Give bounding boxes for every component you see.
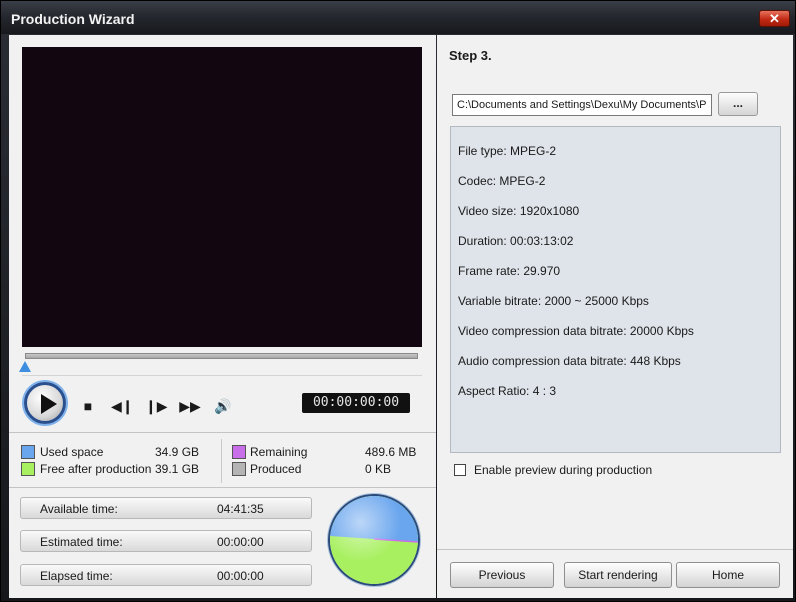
disk-usage-pie-graphic: [330, 496, 418, 584]
file-info-box: File type: MPEG-2 Codec: MPEG-2 Video si…: [450, 126, 781, 453]
aspect-ratio-info: Aspect Ratio: 4 : 3: [458, 384, 557, 398]
used-space-swatch: [21, 445, 35, 459]
codec-info: Codec: MPEG-2: [458, 174, 546, 188]
available-time-label: Available time:: [40, 502, 118, 516]
elapsed-time-field: Elapsed time: 00:00:00: [20, 564, 312, 586]
free-after-swatch: [21, 462, 35, 476]
free-after-label: Free after production: [40, 462, 152, 476]
elapsed-time-value: 00:00:00: [217, 569, 264, 583]
produced-swatch: [232, 462, 246, 476]
previous-frame-icon[interactable]: ◀❙: [111, 397, 134, 415]
previous-button[interactable]: Previous: [450, 562, 554, 588]
remaining-value: 489.6 MB: [365, 445, 417, 459]
production-wizard-window: Production Wizard ✕ ■ ◀❙ ❙▶ ▶▶ 🔊 00:00:0…: [0, 0, 796, 602]
file-type-info: File type: MPEG-2: [458, 144, 557, 158]
available-time-field: Available time: 04:41:35: [20, 497, 312, 519]
seek-bar[interactable]: [25, 353, 418, 359]
fast-forward-icon[interactable]: ▶▶: [178, 397, 202, 415]
enable-preview-label: Enable preview during production: [474, 463, 653, 477]
output-path-input[interactable]: [452, 94, 712, 116]
estimated-time-field: Estimated time: 00:00:00: [20, 530, 312, 552]
frame-rate-info: Frame rate: 29.970: [458, 264, 561, 278]
remaining-label: Remaining: [250, 445, 308, 459]
volume-icon[interactable]: 🔊: [212, 397, 234, 415]
produced-label: Produced: [250, 462, 302, 476]
remaining-swatch: [232, 445, 246, 459]
audio-bitrate-info: Audio compression data bitrate: 448 Kbps: [458, 354, 681, 368]
pie-gloss: [330, 496, 418, 584]
estimated-time-value: 00:00:00: [217, 535, 264, 549]
close-button[interactable]: ✕: [759, 10, 790, 27]
divider: [22, 375, 422, 376]
seek-thumb[interactable]: [19, 361, 31, 372]
available-time-value: 04:41:35: [217, 502, 264, 516]
used-space-value: 34.9 GB: [155, 445, 200, 459]
browse-button[interactable]: ...: [718, 92, 758, 116]
disk-usage-pie: [328, 494, 420, 586]
window-title: Production Wizard: [11, 11, 135, 27]
legend-divider: [221, 439, 222, 483]
divider: [9, 487, 436, 488]
timecode-display: 00:00:00:00: [302, 393, 410, 413]
enable-preview-checkbox[interactable]: [454, 464, 466, 476]
next-frame-icon[interactable]: ❙▶: [145, 397, 168, 415]
free-after-value: 39.1 GB: [155, 462, 200, 476]
duration-info: Duration: 00:03:13:02: [458, 234, 574, 248]
produced-value: 0 KB: [365, 462, 392, 476]
stop-icon[interactable]: ■: [78, 397, 98, 415]
step-title: Step 3.: [449, 48, 492, 63]
estimated-time-label: Estimated time:: [40, 535, 123, 549]
divider: [9, 432, 436, 433]
variable-bitrate-info: Variable bitrate: 2000 ~ 25000 Kbps: [458, 294, 649, 308]
start-rendering-button[interactable]: Start rendering: [564, 562, 672, 588]
title-bar: Production Wizard ✕: [1, 1, 795, 34]
preview-panel: ■ ◀❙ ❙▶ ▶▶ 🔊 00:00:00:00 Used space 34.9…: [9, 35, 436, 598]
video-bitrate-info: Video compression data bitrate: 20000 Kb…: [458, 324, 694, 338]
play-button[interactable]: [24, 382, 66, 424]
divider: [437, 549, 793, 550]
video-preview: [22, 47, 422, 347]
home-button[interactable]: Home: [676, 562, 780, 588]
video-size-info: Video size: 1920x1080: [458, 204, 580, 218]
elapsed-time-label: Elapsed time:: [40, 569, 113, 583]
used-space-label: Used space: [40, 445, 104, 459]
settings-panel: Step 3. ... File type: MPEG-2 Codec: MPE…: [437, 35, 793, 598]
